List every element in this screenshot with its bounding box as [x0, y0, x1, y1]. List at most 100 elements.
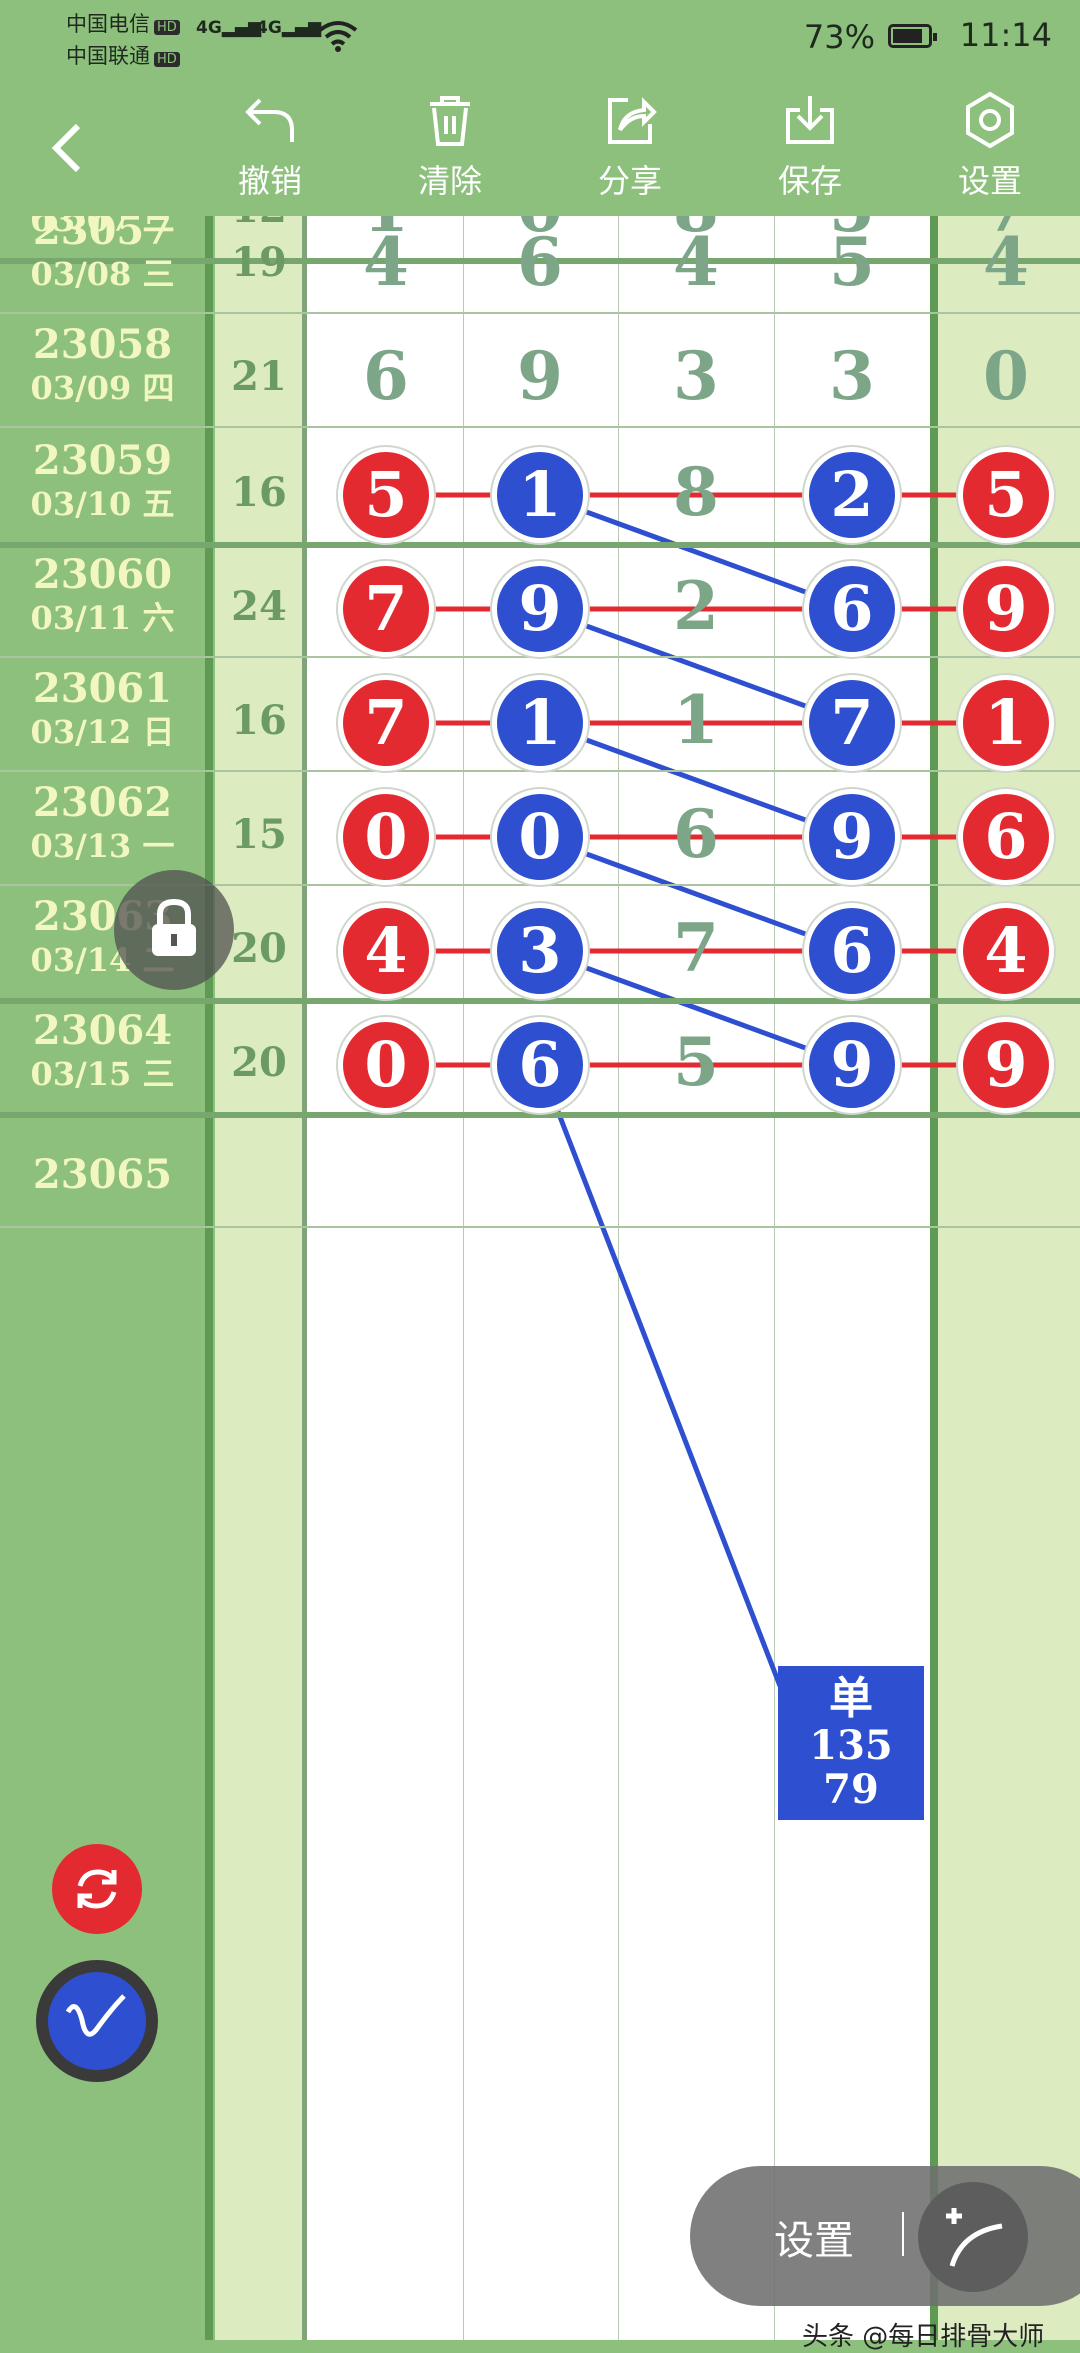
drawing-panel[interactable]: 设置 — [690, 2166, 1080, 2306]
red-ball: 7 — [338, 675, 434, 771]
issue-date: 03/15 三 — [30, 1055, 175, 1093]
digit-value: 9 — [517, 337, 563, 415]
draw-line-button[interactable] — [918, 2182, 1028, 2292]
refresh-icon — [77, 1869, 117, 1909]
red-ball: 0 — [338, 789, 434, 885]
digit-value: 6 — [363, 337, 409, 415]
pen-icon — [65, 1994, 126, 2037]
wifi-icon — [318, 21, 358, 52]
refresh-button[interactable] — [52, 1844, 142, 1934]
issue-number: 23061 — [32, 665, 173, 712]
trend-grid[interactable]: 03/07 二122305703/08 三192305803/09 四21230… — [0, 169, 1080, 2340]
issue-date: 03/11 六 — [30, 599, 175, 637]
settings-label: 设置 — [957, 162, 1022, 200]
issue-number: 23059 — [32, 437, 173, 484]
lock-button[interactable] — [114, 870, 234, 990]
settings-button[interactable]: 设置 — [930, 90, 1050, 202]
blue-ball: 2 — [804, 447, 900, 543]
row-separator — [0, 1226, 1080, 1228]
digit-value: 5 — [829, 223, 875, 301]
signal-icon-2: 4G▂▄▆ — [256, 18, 322, 38]
issue-number: 23064 — [32, 1007, 173, 1054]
gear-icon — [966, 91, 1014, 149]
blue-ball: 9 — [804, 1017, 900, 1113]
blue-ball: 9 — [492, 561, 588, 657]
undo-button[interactable]: 撤销 — [210, 90, 330, 202]
prediction-box[interactable]: 单 135 79 — [778, 1666, 924, 1820]
lock-icon — [152, 898, 196, 956]
panel-settings-button[interactable]: 设置 — [774, 2208, 854, 2266]
row-separator — [0, 312, 1080, 314]
sum-value: 16 — [231, 697, 287, 744]
red-ball: 6 — [958, 789, 1054, 885]
panel-divider — [902, 2212, 904, 2256]
carrier-1: 中国电信 HD — [66, 8, 180, 38]
blue-ball: 6 — [492, 1017, 588, 1113]
share-icon — [608, 97, 657, 144]
digit-value: 4 — [363, 223, 409, 301]
digit-value: 6 — [673, 795, 719, 873]
issue-number: 23062 — [32, 779, 173, 826]
chevron-left-icon — [51, 123, 81, 173]
clear-label: 清除 — [417, 162, 482, 200]
sum-value: 24 — [231, 583, 287, 630]
draw-line-icon — [946, 2208, 1003, 2267]
sum-value: 21 — [231, 353, 287, 400]
battery-percent: 73% — [803, 18, 875, 56]
share-button[interactable]: 分享 — [570, 90, 690, 202]
digit-value: 2 — [673, 567, 719, 645]
digit-value: 6 — [517, 223, 563, 301]
issue-label: 23057 03/08 三 — [0, 208, 205, 318]
red-ball: 5 — [338, 447, 434, 543]
red-ball: 9 — [958, 1017, 1054, 1113]
issue-label: 23064 03/15 三 — [0, 1008, 205, 1118]
digit-value: 8 — [673, 453, 719, 531]
blue-ball: 1 — [492, 447, 588, 543]
issue-label: 23060 03/11 六 — [0, 552, 205, 662]
status-bar: 中国电信 HD 中国联通 HD 4G▂▄▆ 4G▂▄▆ 73% 11:14 — [0, 0, 1080, 70]
pen-button[interactable] — [36, 1960, 158, 2082]
share-label: 分享 — [597, 162, 662, 200]
red-ball: 0 — [338, 1017, 434, 1113]
digit-value: 1 — [673, 681, 719, 759]
red-ball: 4 — [338, 903, 434, 999]
undo-label: 撤销 — [237, 162, 302, 200]
blue-ball: 6 — [804, 561, 900, 657]
digit-value: 3 — [829, 337, 875, 415]
row-separator — [0, 426, 1080, 428]
blue-ball: 6 — [804, 903, 900, 999]
toolbar: 撤销 清除 分享 保存 设置 — [0, 70, 1080, 216]
trend-line — [537, 1064, 783, 1687]
red-ball: 4 — [958, 903, 1054, 999]
digit-value: 4 — [983, 223, 1029, 301]
sum-value: 19 — [231, 239, 287, 286]
watermark: 头条 @每日排骨大师 — [802, 2322, 1045, 2352]
back-button[interactable] — [48, 120, 84, 183]
undo-icon — [245, 98, 294, 142]
blue-ball: 9 — [804, 789, 900, 885]
red-ball: 7 — [338, 561, 434, 657]
issue-label: 23065 — [0, 1122, 205, 1232]
issue-number: 23060 — [32, 551, 173, 598]
clear-button[interactable]: 清除 — [390, 90, 510, 202]
issue-label: 23058 03/09 四 — [0, 322, 205, 432]
digit-value: 4 — [673, 223, 719, 301]
sum-value: 16 — [231, 469, 287, 516]
trash-icon — [430, 96, 470, 146]
issue-date: 03/08 三 — [30, 255, 175, 293]
carrier-2: 中国联通 HD — [66, 40, 180, 70]
save-button[interactable]: 保存 — [750, 90, 870, 202]
issue-label: 23061 03/12 日 — [0, 666, 205, 776]
signal-icon-1: 4G▂▄▆ — [196, 18, 262, 38]
issue-date: 03/13 一 — [30, 827, 175, 865]
red-ball: 5 — [958, 447, 1054, 543]
blue-ball: 3 — [492, 903, 588, 999]
digit-value: 0 — [983, 337, 1029, 415]
blue-ball: 7 — [804, 675, 900, 771]
blue-ball: 1 — [492, 675, 588, 771]
digit-value: 5 — [673, 1023, 719, 1101]
red-ball: 9 — [958, 561, 1054, 657]
issue-date: 03/10 五 — [30, 485, 175, 523]
issue-number: 23058 — [32, 321, 173, 368]
red-ball: 1 — [958, 675, 1054, 771]
